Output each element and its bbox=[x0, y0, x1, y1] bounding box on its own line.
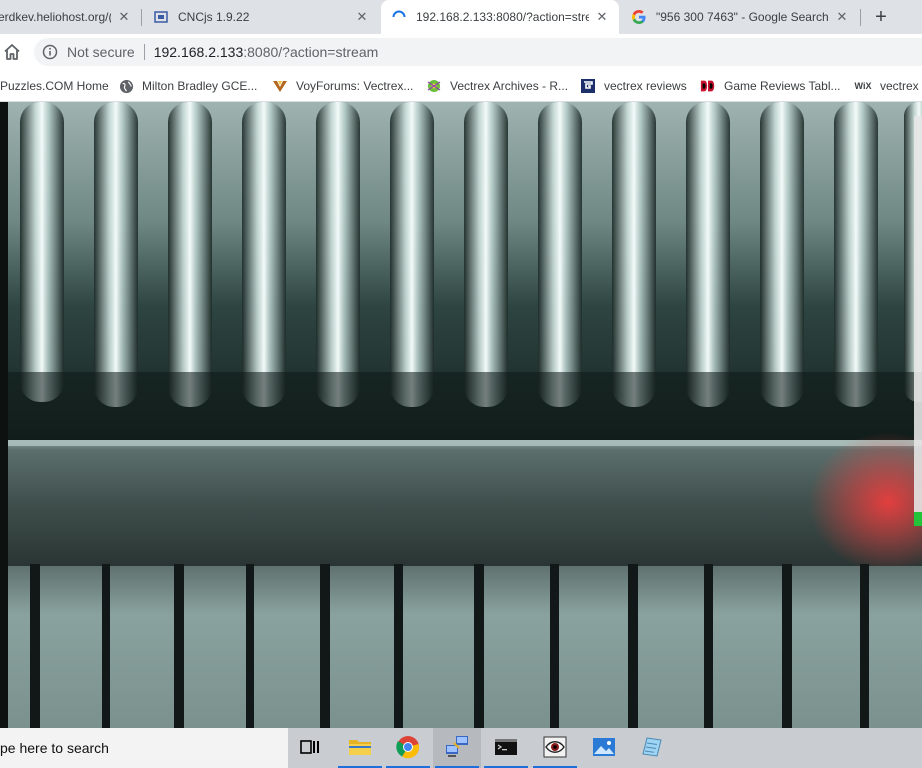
photos-icon bbox=[592, 737, 616, 760]
bookmark-voyforums[interactable]: VoyForums: Vectrex... bbox=[272, 77, 413, 95]
bookmark-label: vectrex r bbox=[880, 79, 922, 93]
bookmark-label: Puzzles.COM Home bbox=[0, 79, 109, 93]
tab-strip: erdkev.heliohost.org/( ✕ CNCjs 1.9.22 ✕ … bbox=[0, 0, 922, 34]
tab-title: CNCjs 1.9.22 bbox=[178, 10, 250, 24]
globe-icon bbox=[118, 78, 134, 94]
dd-icon bbox=[700, 78, 716, 94]
url-text[interactable]: 192.168.2.133:8080/?action=stream bbox=[154, 44, 379, 60]
tab-divider bbox=[860, 9, 861, 26]
taskbar-photos[interactable] bbox=[580, 728, 628, 768]
bookmark-label: VoyForums: Vectrex... bbox=[296, 79, 414, 93]
bookmark-label: Vectrex Archives - R... bbox=[450, 79, 569, 93]
wix-icon: WiX bbox=[854, 81, 872, 91]
bookmark-puzzles[interactable]: Puzzles.COM Home bbox=[0, 77, 109, 95]
not-secure-label[interactable]: Not secure bbox=[67, 44, 135, 60]
tab-title: erdkev.heliohost.org/( bbox=[0, 10, 111, 24]
taskbar-network-app[interactable] bbox=[433, 728, 481, 768]
tab-title: "956 300 7463" - Google Search bbox=[656, 10, 829, 24]
close-tab-icon[interactable]: ✕ bbox=[595, 9, 609, 25]
metal-band bbox=[8, 440, 922, 566]
url-path: :8080/?action=stream bbox=[243, 44, 379, 60]
task-view-icon bbox=[300, 738, 320, 759]
bookmark-game-reviews[interactable]: Game Reviews Tabl... bbox=[700, 77, 841, 95]
archive-icon bbox=[426, 78, 442, 94]
close-tab-icon[interactable]: ✕ bbox=[355, 9, 369, 25]
task-view-button[interactable] bbox=[286, 728, 334, 768]
bookmark-vectrex-archives[interactable]: Vectrex Archives - R... bbox=[426, 77, 568, 95]
bookmark-label: vectrex reviews bbox=[604, 79, 687, 93]
eye-icon bbox=[543, 736, 567, 761]
bookmarks-bar: Puzzles.COM Home Milton Bradley GCE... V… bbox=[0, 70, 922, 102]
chrome-icon bbox=[396, 735, 420, 762]
bookmark-label: Game Reviews Tabl... bbox=[724, 79, 841, 93]
url-host: 192.168.2.133 bbox=[153, 44, 244, 60]
bookmark-vectrex-reviews[interactable]: vectrex reviews bbox=[580, 77, 687, 95]
new-tab-button[interactable]: + bbox=[870, 5, 892, 29]
taskbar-search-box[interactable]: pe here to search bbox=[0, 728, 288, 768]
voyforums-icon bbox=[272, 78, 288, 94]
tab-title: 192.168.2.133:8080/?action=stre bbox=[416, 10, 589, 24]
bookmark-milton-bradley[interactable]: Milton Bradley GCE... bbox=[118, 77, 257, 95]
cncjs-favicon-icon bbox=[153, 9, 169, 25]
home-icon[interactable] bbox=[2, 42, 22, 62]
stream-viewport bbox=[0, 102, 922, 728]
notes-app-icon bbox=[641, 736, 663, 761]
tab-heliohost[interactable]: erdkev.heliohost.org/( ✕ bbox=[0, 0, 141, 34]
search-placeholder: pe here to search bbox=[0, 740, 109, 756]
reviews-icon bbox=[580, 78, 596, 94]
taskbar-chrome[interactable] bbox=[384, 728, 432, 768]
bookmark-vectrex-wix[interactable]: WiX vectrex r bbox=[854, 77, 922, 95]
taskbar-notes-app[interactable] bbox=[628, 728, 676, 768]
taskbar-file-explorer[interactable] bbox=[336, 728, 384, 768]
tab-divider bbox=[141, 9, 142, 26]
windows-taskbar: pe here to search bbox=[0, 728, 922, 768]
loading-spinner-icon bbox=[391, 9, 407, 25]
taskbar-command-prompt[interactable] bbox=[482, 728, 530, 768]
tab-stream[interactable]: 192.168.2.133:8080/?action=stre ✕ bbox=[381, 0, 619, 34]
close-tab-icon[interactable]: ✕ bbox=[835, 9, 849, 25]
folder-icon bbox=[348, 737, 372, 760]
info-icon[interactable] bbox=[42, 44, 58, 60]
google-icon bbox=[631, 9, 647, 25]
close-tab-icon[interactable]: ✕ bbox=[117, 9, 131, 25]
bookmark-label: Milton Bradley GCE... bbox=[142, 79, 258, 93]
taskbar-eye-app[interactable] bbox=[531, 728, 579, 768]
tab-google-search[interactable]: "956 300 7463" - Google Search ✕ bbox=[621, 0, 859, 34]
address-bar[interactable]: Not secure 192.168.2.133:8080/?action=st… bbox=[34, 38, 922, 66]
network-app-icon bbox=[444, 735, 470, 762]
camera-stream-image bbox=[8, 102, 922, 728]
toolbar: Not secure 192.168.2.133:8080/?action=st… bbox=[0, 34, 922, 70]
command-prompt-icon bbox=[494, 737, 518, 760]
tab-cncjs[interactable]: CNCjs 1.9.22 ✕ bbox=[143, 0, 379, 34]
omnibox-divider bbox=[143, 44, 145, 60]
overlay-strip bbox=[914, 116, 922, 526]
